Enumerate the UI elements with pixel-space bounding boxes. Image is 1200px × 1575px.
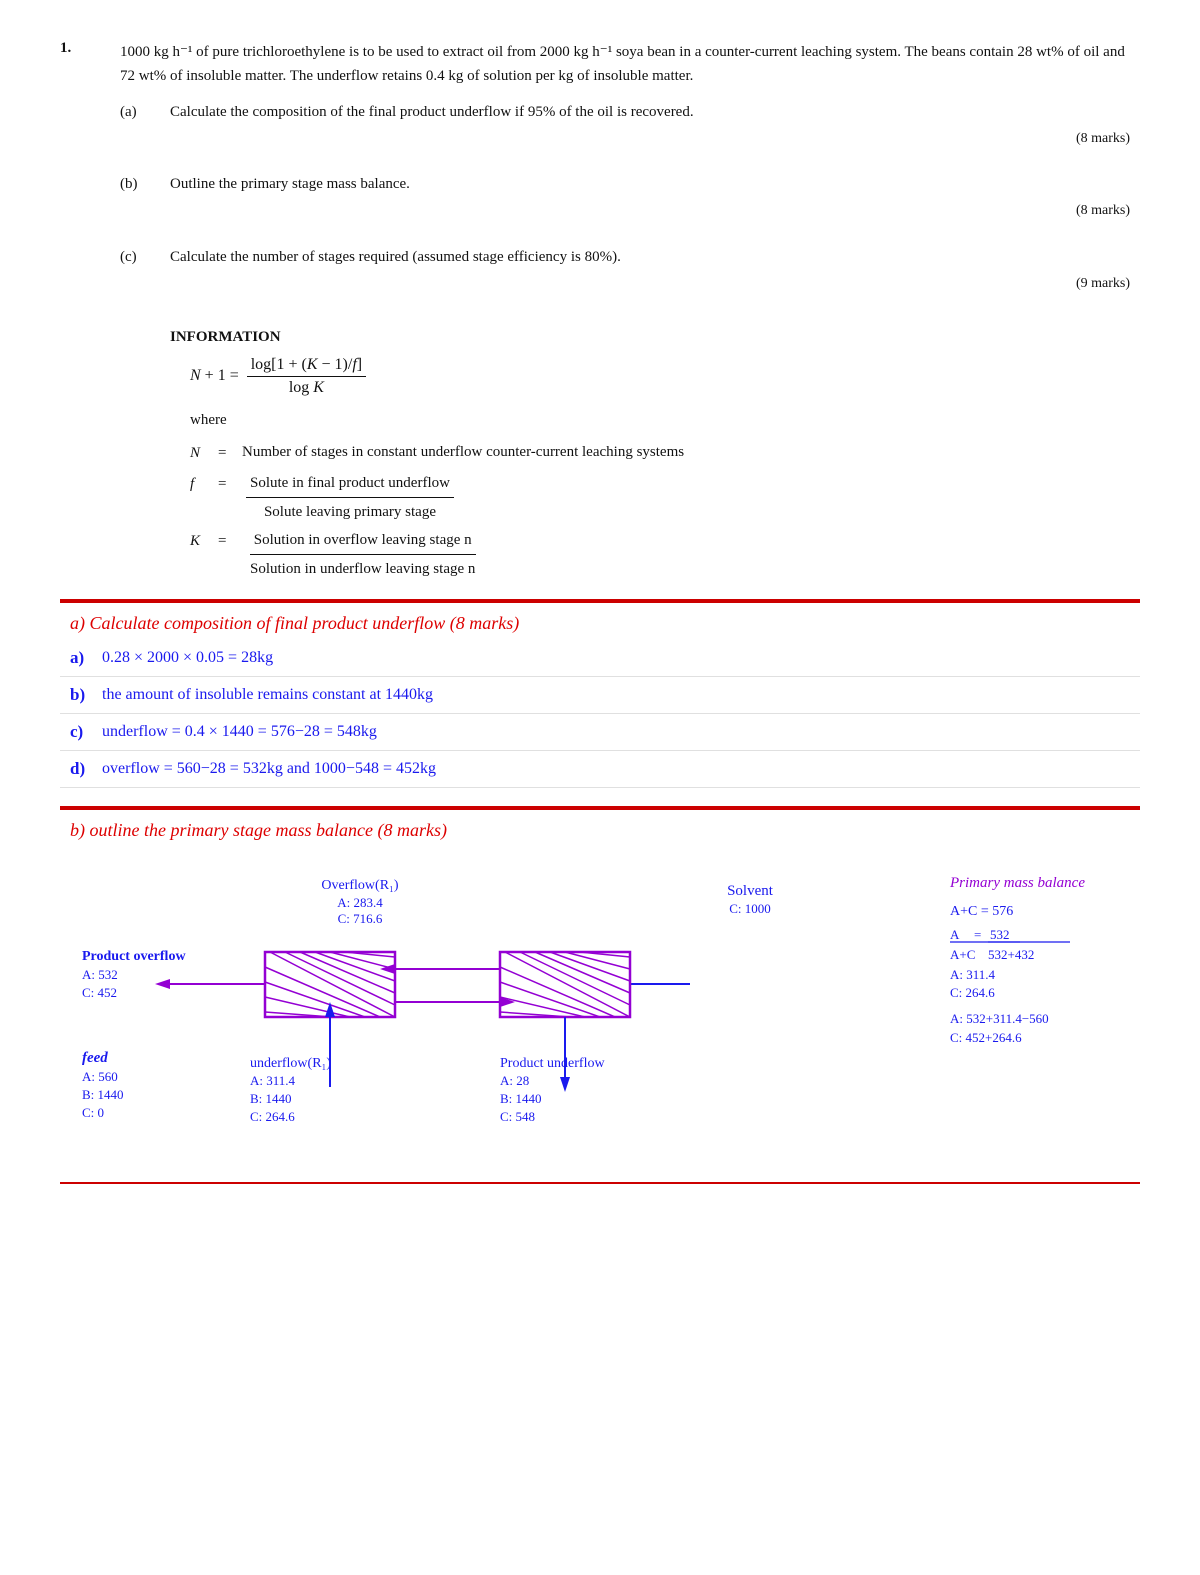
answer-b-header-text: b) outline the primary stage mass balanc…: [70, 820, 447, 840]
answer-a-line-d: d) overflow = 560−28 = 532kg and 1000−54…: [60, 751, 1140, 788]
sub-question-b: (b) Outline the primary stage mass balan…: [120, 172, 1140, 232]
product-overflow-a: A: 532: [82, 967, 118, 982]
sub-label-b: (b): [120, 172, 150, 232]
k-fraction: Solution in overflow leaving stage n Sol…: [246, 528, 479, 581]
answer-a-label-c: c): [70, 722, 102, 742]
diagram-section: Overflow(R₁) A: 283.4 C: 716.6 Solvent C…: [60, 857, 1140, 1172]
diagram-svg: Overflow(R₁) A: 283.4 C: 716.6 Solvent C…: [70, 867, 1130, 1157]
overflow-r1-label: Overflow(R₁): [321, 878, 399, 893]
formula-denominator: log K: [285, 377, 328, 397]
formula-numerator: log[1 + (K − 1)/f]: [247, 356, 366, 377]
question-number: 1.: [60, 40, 100, 309]
answer-a-label-b: b): [70, 685, 102, 705]
feed-a: A: 560: [82, 1069, 118, 1084]
answer-a-header: a) Calculate composition of final produc…: [60, 601, 1140, 640]
f-fraction: Solute in final product underflow Solute…: [246, 471, 454, 524]
feed-b: B: 1440: [82, 1087, 124, 1102]
underflow-arrow: [560, 1077, 570, 1092]
formula-fraction: log[1 + (K − 1)/f] log K: [247, 356, 366, 397]
def-var-n: N: [190, 440, 210, 467]
primary-apc-label: A+C: [950, 947, 975, 962]
product-underflow-a: A: 28: [500, 1073, 529, 1088]
underflow-r1-label: underflow(R₁): [250, 1056, 331, 1071]
def-n: N = Number of stages in constant underfl…: [190, 440, 1140, 467]
feed-label: feed: [82, 1050, 108, 1066]
sub-question-c: (c) Calculate the number of stages requi…: [120, 245, 1140, 305]
product-overflow-c: C: 452: [82, 985, 117, 1000]
sub-text-a: Calculate the composition of the final p…: [170, 100, 1140, 160]
solvent-c-label: C: 1000: [729, 901, 771, 916]
marks-b: (8 marks): [170, 200, 1140, 222]
overflow-a-label: A: 283.4: [337, 895, 383, 910]
sub-label-c: (c): [120, 245, 150, 305]
answer-a-label-a: a): [70, 648, 102, 668]
answer-b-header: b) outline the primary stage mass balanc…: [60, 808, 1140, 847]
product-overflow-label: Product overflow: [82, 949, 186, 964]
answer-a-text-c: underflow = 0.4 × 1440 = 576−28 = 548kg: [102, 723, 1130, 741]
question-main-text: 1000 kg h⁻¹ of pure trichloroethylene is…: [120, 40, 1140, 309]
primary-a-val: A: 311.4: [950, 967, 996, 982]
question-body: 1000 kg h⁻¹ of pure trichloroethylene is…: [120, 44, 1125, 84]
bottom-divider: [60, 1182, 1140, 1184]
primary-label: Primary mass balance: [949, 875, 1085, 891]
answer-a-line-a: a) 0.28 × 2000 × 0.05 = 28kg: [60, 640, 1140, 677]
underflow-r1-a: A: 311.4: [250, 1073, 296, 1088]
def-eq-n: =: [218, 440, 234, 467]
def-var-k: K: [190, 528, 210, 555]
solvent-label: Solvent: [727, 883, 774, 899]
def-f: f = Solute in final product underflow So…: [190, 471, 1140, 524]
information-section: INFORMATION N + 1 = log[1 + (K − 1)/f] l…: [170, 329, 1140, 581]
marks-a: (8 marks): [170, 128, 1140, 150]
answer-a-text-b: the amount of insoluble remains constant…: [102, 686, 1130, 704]
def-eq-f: =: [218, 471, 234, 498]
sub-b-text: Outline the primary stage mass balance.: [170, 176, 410, 192]
where-block: where N = Number of stages in constant u…: [190, 407, 1140, 581]
overflow-c-label: C: 716.6: [338, 911, 383, 926]
sub-text-c: Calculate the number of stages required …: [170, 245, 1140, 305]
primary-eq-sign: =: [974, 927, 981, 942]
k-num: Solution in overflow leaving stage n: [250, 528, 476, 555]
underflow-r1-c: C: 264.6: [250, 1109, 295, 1124]
primary-eq1: A+C = 576: [950, 904, 1013, 919]
where-label: where: [190, 407, 1140, 434]
answer-a-label-d: d): [70, 759, 102, 779]
question-block: 1. 1000 kg h⁻¹ of pure trichloroethylene…: [60, 40, 1140, 309]
underflow-r1-b: B: 1440: [250, 1091, 292, 1106]
answer-a-line-b: b) the amount of insoluble remains const…: [60, 677, 1140, 714]
marks-c: (9 marks): [170, 273, 1140, 295]
primary-a-label: A: [950, 927, 960, 942]
answer-a-section: a) 0.28 × 2000 × 0.05 = 28kg b) the amou…: [60, 640, 1140, 788]
def-var-f: f: [190, 471, 210, 498]
answer-a-text-a: 0.28 × 2000 × 0.05 = 28kg: [102, 649, 1130, 667]
product-underflow-label: Product underflow: [500, 1056, 605, 1071]
left-arrow: [155, 979, 170, 989]
sub-text-b: Outline the primary stage mass balance. …: [170, 172, 1140, 232]
f-den: Solute leaving primary stage: [260, 498, 440, 524]
answer-a-header-text: a) Calculate composition of final produc…: [70, 613, 519, 633]
primary-a-eq: A: 532+311.4−560: [950, 1011, 1049, 1026]
sub-a-text: Calculate the composition of the final p…: [170, 104, 694, 120]
def-val-n: Number of stages in constant underflow c…: [242, 440, 1140, 464]
def-val-f: Solute in final product underflow Solute…: [242, 471, 1140, 524]
def-eq-k: =: [218, 528, 234, 555]
info-title: INFORMATION: [170, 329, 1140, 346]
answer-a-text-d: overflow = 560−28 = 532kg and 1000−548 =…: [102, 760, 1130, 778]
feed-c: C: 0: [82, 1105, 104, 1120]
primary-c-val: C: 264.6: [950, 985, 995, 1000]
answer-a-line-c: c) underflow = 0.4 × 1440 = 576−28 = 548…: [60, 714, 1140, 751]
product-underflow-b: B: 1440: [500, 1091, 542, 1106]
sub-question-a: (a) Calculate the composition of the fin…: [120, 100, 1140, 160]
product-underflow-c: C: 548: [500, 1109, 535, 1124]
f-num: Solute in final product underflow: [246, 471, 454, 498]
def-k: K = Solution in overflow leaving stage n…: [190, 528, 1140, 581]
k-den: Solution in underflow leaving stage n: [246, 555, 479, 581]
def-val-k: Solution in overflow leaving stage n Sol…: [242, 528, 1140, 581]
primary-c-eq: C: 452+264.6: [950, 1030, 1022, 1045]
formula-block: N + 1 = log[1 + (K − 1)/f] log K: [190, 356, 1140, 397]
sub-c-text: Calculate the number of stages required …: [170, 249, 621, 265]
sub-label-a: (a): [120, 100, 150, 160]
primary-532-den: 532+432: [988, 947, 1034, 962]
primary-532-num: 532: [990, 927, 1010, 942]
